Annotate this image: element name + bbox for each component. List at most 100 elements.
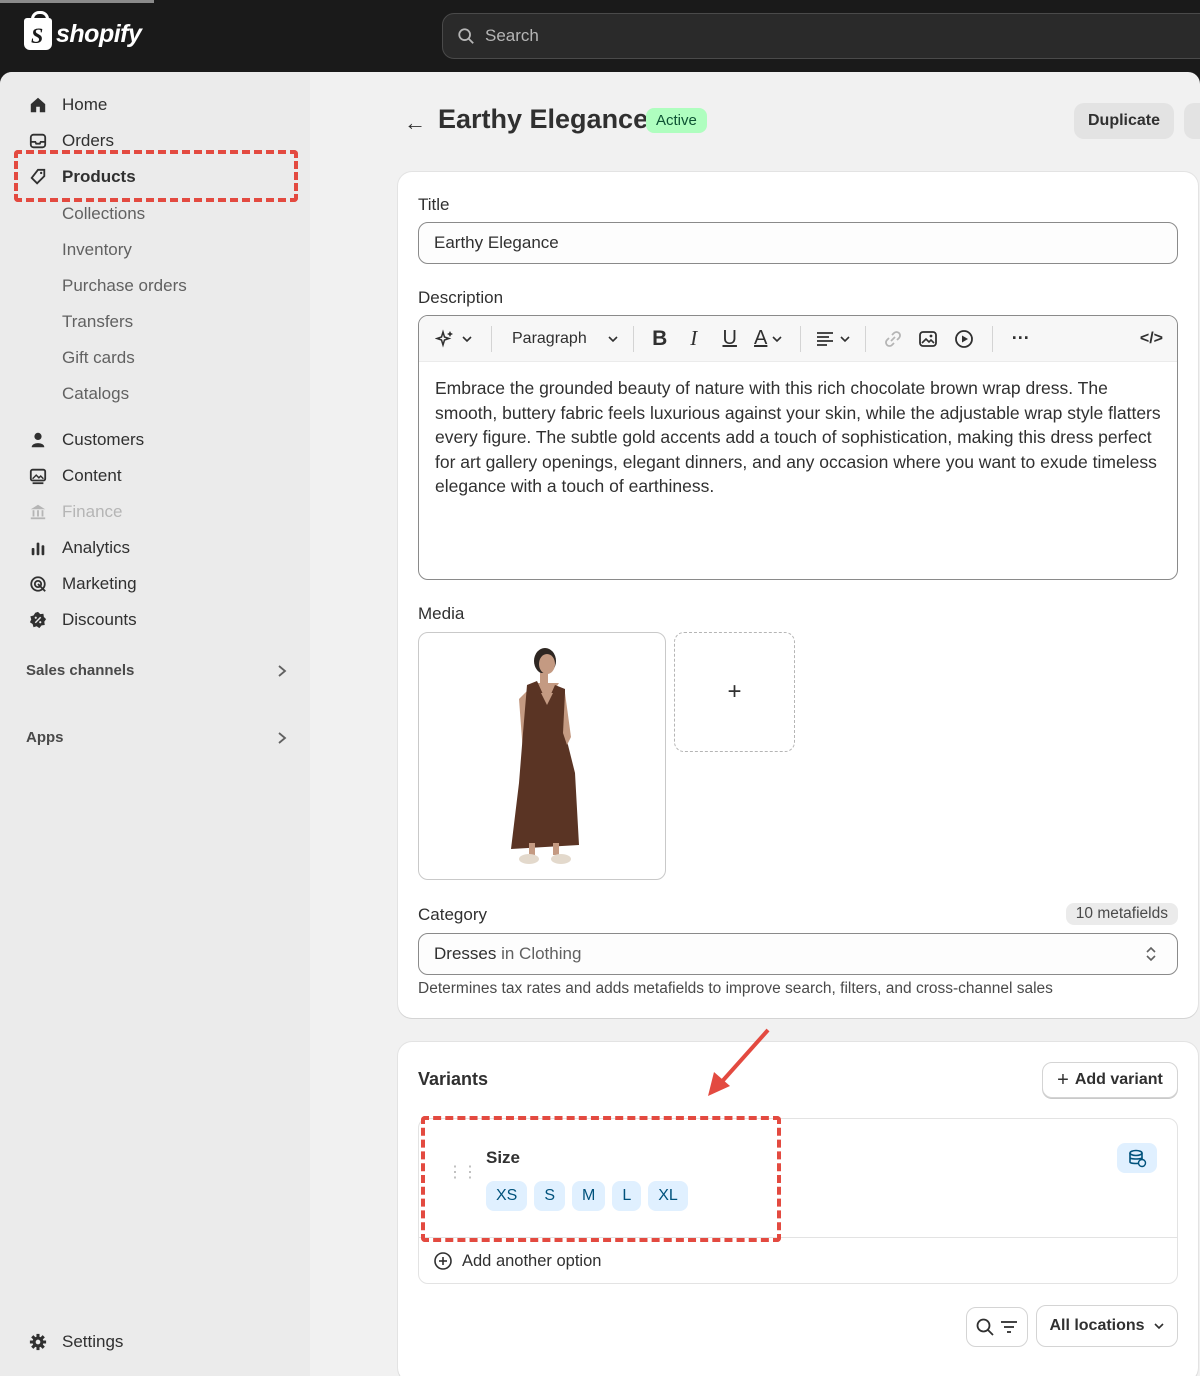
metafields-badge[interactable]: 10 metafields [1065,903,1178,925]
magic-button[interactable] [435,324,473,354]
insert-image-button[interactable] [910,324,946,354]
sidebar-item-home[interactable]: Home [26,90,107,120]
page-title: Earthy Elegance [438,104,649,134]
sidebar-item-label: Settings [62,1332,124,1351]
paragraph-label: Paragraph [512,329,587,347]
more-formatting-button[interactable]: ··· [1003,324,1039,354]
sidebar-item-content[interactable]: Content [26,461,122,491]
title-label: Title [418,195,450,214]
text-color-icon: A [754,327,768,349]
top-bar: S shopify Search [0,0,1200,72]
sidebar-item-settings[interactable]: Settings [26,1327,123,1357]
sidebar-item-finance[interactable]: Finance [26,497,122,527]
italic-button[interactable]: I [676,324,712,354]
sidebar-item-label: Content [62,466,122,485]
product-details-card: Title Earthy Elegance Description Paragr… [398,172,1198,1018]
main-content: ← Earthy Elegance Active Duplicate Title… [310,72,1200,1376]
sidebar-subitem-gift-cards[interactable]: Gift cards [62,348,135,368]
chevron-down-icon [462,335,472,342]
description-editor[interactable]: Paragraph B I U A ··· </> Embrace the gr… [418,315,1178,580]
align-left-icon [816,331,833,346]
toolbar-divider [632,325,634,352]
paragraph-select[interactable]: Paragraph [512,324,619,354]
sidebar-item-marketing[interactable]: Marketing [26,569,137,599]
link-button[interactable] [876,324,910,354]
sidebar-item-label: Marketing [62,574,137,593]
bar-chart-icon [26,536,50,560]
chevron-down-icon [1153,1323,1164,1330]
add-media-button[interactable]: + [674,632,795,752]
search-icon [976,1318,994,1336]
back-arrow-icon[interactable]: ← [404,110,426,136]
code-view-button[interactable]: </> [1140,324,1163,354]
sidebar-item-customers[interactable]: Customers [26,425,144,455]
underline-button[interactable]: U [712,324,748,354]
sidebar-item-analytics[interactable]: Analytics [26,533,130,563]
underline-icon: U [722,327,737,349]
align-button[interactable] [811,324,855,354]
logo-text: shopify [56,19,142,48]
add-another-option-button[interactable]: Add another option [433,1251,601,1271]
toolbar-divider [864,325,866,352]
more-actions-button[interactable] [1184,103,1200,139]
search-filter-button[interactable] [966,1307,1028,1347]
category-suffix: in Clothing [496,944,582,963]
sparkle-icon [435,328,453,348]
link-icon [884,330,901,347]
description-label: Description [418,288,504,307]
bold-button[interactable]: B [644,324,676,354]
section-label: Apps [26,729,64,746]
locations-label: All locations [1049,1317,1145,1334]
search-icon [458,28,474,44]
select-chevrons-icon [1146,946,1156,962]
toolbar-divider [491,325,492,352]
bank-icon [26,500,50,524]
shopify-logo[interactable]: S shopify [24,11,142,50]
description-text: Embrace the grounded beauty of nature wi… [435,378,1161,496]
code-icon: </> [1139,329,1163,347]
image-icon [918,330,937,347]
locations-select[interactable]: All locations [1036,1305,1178,1347]
database-edit-button[interactable] [1117,1143,1157,1173]
product-image[interactable] [418,632,666,880]
bold-icon: B [652,326,668,350]
editor-toolbar: Paragraph B I U A ··· </> [419,316,1177,362]
sidebar-subitem-catalogs[interactable]: Catalogs [62,384,129,404]
insert-video-button[interactable] [946,324,982,354]
sidebar-item-label: Customers [62,430,145,449]
search-placeholder: Search [485,26,539,45]
sidebar-item-discounts[interactable]: Discounts [26,605,137,635]
sidebar-section-apps[interactable]: Apps [26,729,288,746]
chevron-down-icon [840,335,850,342]
add-option-label: Add another option [462,1251,602,1270]
search-input[interactable]: Search [442,13,1200,59]
category-value-text: Dresses in Clothing [434,944,581,964]
database-icon [1129,1149,1147,1168]
filter-icon [1001,1321,1017,1333]
add-variant-label: Add variant [1074,1071,1163,1088]
discount-icon [26,608,50,632]
sidebar-subitem-purchase-orders[interactable]: Purchase orders [62,276,187,296]
play-circle-icon [954,329,973,348]
text-color-button[interactable]: A [748,324,790,354]
sidebar-item-label: Analytics [62,538,131,557]
title-input[interactable]: Earthy Elegance [418,222,1178,264]
sidebar-item-label: Orders [62,131,114,150]
chevron-right-icon [278,664,287,677]
sidebar-subitem-inventory[interactable]: Inventory [62,240,132,260]
sidebar-subitem-collections[interactable]: Collections [62,204,145,224]
ellipsis-icon: ··· [1011,328,1030,348]
annotation-arrow [708,1028,770,1096]
category-select[interactable]: Dresses in Clothing [418,933,1178,975]
duplicate-button[interactable]: Duplicate [1074,103,1174,139]
image-icon [26,464,50,488]
add-variant-button[interactable]: + Add variant [1042,1062,1178,1098]
sidebar-section-sales-channels[interactable]: Sales channels [26,662,288,679]
plus-circle-icon [434,1252,452,1270]
variants-title: Variants [418,1069,489,1089]
sidebar-subitem-transfers[interactable]: Transfers [62,312,133,332]
category-label: Category [418,905,487,924]
plus-icon: + [727,678,742,705]
app-shell: Home Orders Products Collections Invento… [0,72,1200,1376]
plus-icon: + [1057,1068,1069,1091]
